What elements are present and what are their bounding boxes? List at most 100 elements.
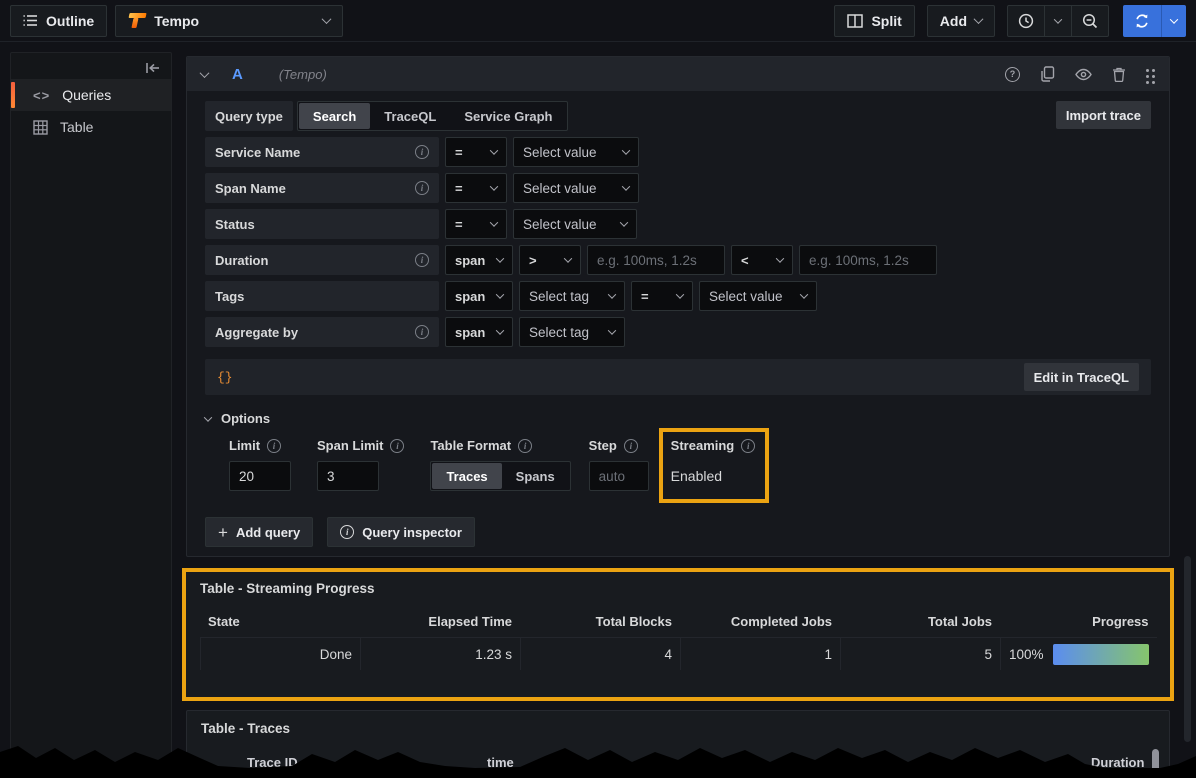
chevron-down-icon (490, 218, 498, 226)
table-format-option-spans[interactable]: Spans (502, 463, 569, 489)
outline-icon (23, 14, 38, 27)
filter-row-aggregate-by: Aggregate by i span Select tag (205, 317, 1151, 347)
code-brackets-icon: <> (33, 88, 50, 103)
import-trace-button[interactable]: Import trace (1056, 101, 1151, 129)
query-inspector-button[interactable]: i Query inspector (327, 517, 475, 547)
info-icon[interactable]: i (415, 253, 429, 267)
collapse-pane-icon[interactable] (145, 61, 161, 75)
duration-min-input[interactable] (587, 245, 725, 275)
info-icon: i (340, 525, 354, 539)
edit-in-traceql-button[interactable]: Edit in TraceQL (1024, 363, 1139, 391)
chevron-down-icon (490, 182, 498, 190)
select-placeholder: Select value (709, 289, 783, 304)
info-icon[interactable]: i (741, 439, 755, 453)
select-placeholder: Select tag (529, 325, 589, 340)
collapse-query-chevron-icon[interactable] (200, 68, 210, 78)
sidebar-item-queries[interactable]: <> Queries (11, 79, 171, 111)
info-icon[interactable]: i (415, 325, 429, 339)
column-header-total-jobs[interactable]: Total Jobs (840, 610, 1000, 638)
column-header-duration[interactable]: Duration (1091, 755, 1144, 770)
copy-icon[interactable] (1040, 66, 1055, 82)
clock-icon (1018, 13, 1034, 29)
help-icon[interactable]: ? (1005, 67, 1020, 82)
zoom-out-icon (1082, 13, 1098, 29)
tags-value-select[interactable]: Select value (699, 281, 817, 311)
column-header-elapsed-time[interactable]: Elapsed Time (360, 610, 520, 638)
trash-icon[interactable] (1112, 67, 1126, 82)
chevron-down-icon (776, 254, 784, 262)
chevron-down-icon (800, 290, 808, 298)
operator-value: = (455, 217, 463, 232)
options-section-toggle[interactable]: Options (205, 411, 1151, 426)
query-type-option-service-graph[interactable]: Service Graph (450, 103, 566, 129)
info-icon[interactable]: i (267, 439, 281, 453)
add-query-button[interactable]: + Add query (205, 517, 313, 547)
step-field: Stepi (589, 438, 649, 491)
split-button[interactable]: Split (834, 5, 914, 37)
tags-tag-select[interactable]: Select tag (519, 281, 625, 311)
duration-lt-operator-select[interactable]: < (731, 245, 793, 275)
tags-scope-select[interactable]: span (445, 281, 513, 311)
progress-gradient-bar (1053, 644, 1149, 665)
info-icon[interactable]: i (415, 145, 429, 159)
outline-toggle-button[interactable]: Outline (10, 5, 107, 37)
traceql-preview: {} (217, 370, 233, 385)
refresh-button[interactable] (1123, 5, 1161, 37)
panel-title: Table - Traces (187, 711, 1169, 736)
eye-icon[interactable] (1075, 68, 1092, 81)
column-header-state[interactable]: State (200, 610, 360, 638)
status-operator-select[interactable]: = (445, 209, 507, 239)
query-row-header[interactable]: A (Tempo) ? (187, 57, 1169, 91)
service-name-operator-select[interactable]: = (445, 137, 507, 167)
operator-value: < (741, 253, 749, 268)
filter-row-tags: Tags span Select tag = Select value (205, 281, 1151, 311)
status-value-select[interactable]: Select value (513, 209, 637, 239)
info-icon[interactable]: i (390, 439, 404, 453)
add-dropdown-button[interactable]: Add (927, 5, 995, 37)
column-header-total-blocks[interactable]: Total Blocks (520, 610, 680, 638)
duration-max-input[interactable] (799, 245, 937, 275)
query-type-option-search[interactable]: Search (299, 103, 370, 129)
aggregate-scope-select[interactable]: span (445, 317, 513, 347)
refresh-interval-button[interactable] (1161, 5, 1186, 37)
time-range-group (1007, 5, 1109, 37)
drag-handle-icon[interactable] (1146, 69, 1149, 72)
panel-title: Table - Streaming Progress (200, 581, 1156, 596)
chevron-down-icon (496, 326, 504, 334)
time-range-chevron-button[interactable] (1044, 6, 1071, 36)
options-label: Options (221, 411, 270, 426)
tags-operator-select[interactable]: = (631, 281, 693, 311)
cell-total-blocks: 4 (520, 638, 680, 670)
operator-value: = (455, 145, 463, 160)
query-type-option-traceql[interactable]: TraceQL (370, 103, 450, 129)
sidebar-item-table[interactable]: Table (11, 111, 171, 143)
column-header-trace-id[interactable]: Trace ID (247, 755, 298, 770)
time-range-button[interactable] (1008, 6, 1044, 36)
panel-scrollbar-thumb[interactable] (1152, 749, 1159, 777)
zoom-out-time-button[interactable] (1071, 6, 1108, 36)
table-format-option-traces[interactable]: Traces (432, 463, 501, 489)
page-scrollbar-thumb[interactable] (1184, 556, 1191, 742)
run-query-group (1123, 5, 1186, 37)
chevron-down-icon (1054, 15, 1062, 23)
duration-scope-select[interactable]: span (445, 245, 513, 275)
span-limit-input[interactable] (317, 461, 379, 491)
info-icon[interactable]: i (518, 439, 532, 453)
info-icon[interactable]: i (415, 181, 429, 195)
service-name-value-select[interactable]: Select value (513, 137, 639, 167)
span-name-operator-select[interactable]: = (445, 173, 507, 203)
span-name-value-select[interactable]: Select value (513, 173, 639, 203)
datasource-picker[interactable]: Tempo (115, 5, 343, 37)
split-label: Split (871, 13, 901, 29)
limit-input[interactable] (229, 461, 291, 491)
column-header-completed-jobs[interactable]: Completed Jobs (680, 610, 840, 638)
step-input[interactable] (589, 461, 649, 491)
column-header-progress[interactable]: Progress (1000, 610, 1157, 638)
duration-gt-operator-select[interactable]: > (519, 245, 581, 275)
aggregate-tag-select[interactable]: Select tag (519, 317, 625, 347)
streaming-progress-panel: Table - Streaming Progress State Elapsed… (182, 568, 1174, 701)
info-icon[interactable]: i (624, 439, 638, 453)
operator-value: = (641, 289, 649, 304)
tempo-logo-icon (126, 12, 148, 29)
column-header-time[interactable]: time (487, 755, 514, 770)
